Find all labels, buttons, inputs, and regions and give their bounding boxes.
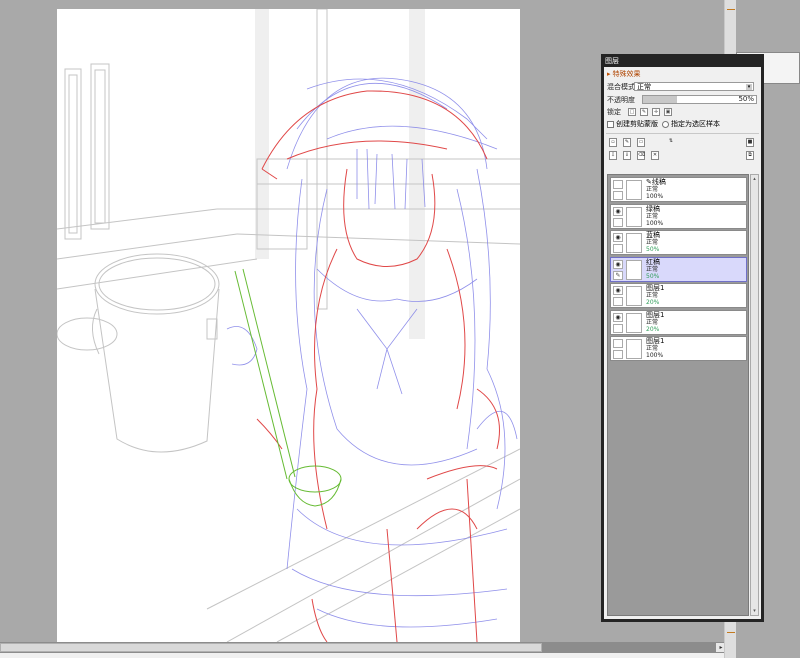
edit-pencil-icon[interactable]: [613, 217, 623, 227]
opacity-value: 50%: [738, 95, 754, 103]
eye-icon[interactable]: [613, 180, 623, 189]
edit-pencil-icon[interactable]: [613, 191, 623, 200]
layer-opacity: 100%: [646, 219, 664, 227]
opacity-slider[interactable]: 50%: [642, 95, 757, 104]
scroll-down-arrow-icon[interactable]: ▾: [751, 607, 758, 615]
eye-icon[interactable]: ◉: [613, 286, 623, 295]
layer-mode: 正常: [646, 318, 659, 326]
dock-marker: [727, 9, 735, 10]
blend-mode-value: 正常: [637, 83, 651, 91]
layer-mode: 正常: [646, 212, 659, 220]
effects-toggle[interactable]: ▸ 特殊效果: [607, 69, 641, 79]
merge-down-icon[interactable]: ⇩: [609, 151, 617, 160]
clear-layer-icon[interactable]: ⌫: [637, 151, 645, 160]
layer-thumbnail: [626, 339, 642, 359]
status-strip: [0, 653, 800, 658]
layer-options: 创建剪贴蒙版 指定为选区样本: [607, 120, 720, 129]
sample-source-label: 指定为选区样本: [671, 120, 720, 128]
layer-thumbnail: [626, 259, 642, 280]
layer-thumbnail: [626, 312, 642, 333]
edit-pencil-icon[interactable]: [613, 350, 623, 359]
eye-icon[interactable]: ◉: [613, 259, 623, 269]
layer-row[interactable]: ◉ 图层1 正常 20%: [610, 309, 747, 335]
layer-panel-title[interactable]: 图层: [603, 56, 762, 66]
layer-name: 绿稿: [646, 204, 660, 213]
layer-thumbnail: [626, 286, 642, 306]
transfer-icon[interactable]: ⇅: [667, 138, 675, 147]
edit-pencil-icon[interactable]: [613, 244, 623, 253]
layer-properties-icon[interactable]: ⧉: [746, 151, 754, 160]
scroll-up-arrow-icon[interactable]: ▴: [751, 175, 758, 183]
layer-name: ✎线稿: [646, 178, 666, 186]
delete-layer-icon[interactable]: ✕: [651, 151, 659, 160]
layer-mask-icon[interactable]: ■: [746, 138, 754, 147]
edit-pencil-icon[interactable]: ✎: [613, 270, 623, 280]
layer-panel-body: ▸ 特殊效果 混合模式 正常 ▾ 不透明度 50% 锁定 □ ✎ ✛ ▣ 创建剪贴蒙版 指…: [604, 67, 761, 619]
eye-icon[interactable]: ◉: [613, 206, 623, 216]
layer-name: 红稿: [646, 257, 660, 266]
lock-transparency-icon[interactable]: □: [628, 108, 636, 116]
lock-paint-icon[interactable]: ✎: [640, 108, 648, 116]
blend-mode-label: 混合模式: [607, 83, 635, 91]
eye-icon[interactable]: ◉: [613, 312, 623, 322]
layer-thumbnail: [626, 180, 642, 200]
eye-icon[interactable]: ◉: [613, 233, 623, 242]
layer-opacity: 100%: [646, 352, 664, 359]
eye-icon[interactable]: [613, 339, 623, 348]
layer-name: 图层1: [646, 310, 665, 319]
lock-move-icon[interactable]: ✛: [652, 108, 660, 116]
dock-marker: [727, 632, 735, 633]
lock-options: □ ✎ ✛ ▣: [628, 107, 676, 116]
drawing-canvas[interactable]: [57, 9, 520, 642]
new-layer-icon[interactable]: ▫: [609, 138, 617, 147]
effects-label: 特殊效果: [612, 70, 641, 78]
layer-row[interactable]: 图层1 正常 100%: [610, 336, 747, 361]
layer-thumbnail: [626, 206, 642, 227]
layer-row[interactable]: ◉ 蓝稿 正常 50%: [610, 230, 747, 255]
layer-list-scrollbar[interactable]: ▴ ▾: [750, 174, 759, 616]
layer-opacity: 50%: [646, 246, 660, 253]
new-folder-icon[interactable]: ▭: [637, 138, 645, 147]
layer-panel: 图层 ▸ 特殊效果 混合模式 正常 ▾ 不透明度 50% 锁定 □ ✎ ✛ ▣ 创建剪贴…: [601, 54, 764, 622]
layer-name: 蓝稿: [646, 231, 660, 239]
layer-name: 图层1: [646, 284, 665, 292]
layer-opacity: 50%: [646, 272, 660, 280]
layer-row[interactable]: ◉ 绿稿 正常 100%: [610, 203, 747, 229]
new-vector-layer-icon[interactable]: ✎: [623, 138, 631, 147]
layer-mode: 正常: [646, 265, 659, 273]
layer-row[interactable]: ◉ 图层1 正常 20%: [610, 283, 747, 308]
layer-row[interactable]: ✎线稿 正常 100%: [610, 177, 747, 202]
layer-name: 图层1: [646, 337, 665, 345]
blend-mode-select[interactable]: 正常 ▾: [634, 82, 754, 91]
merge-visible-icon[interactable]: ⇓: [623, 151, 631, 160]
layer-opacity: 100%: [646, 193, 664, 200]
chevron-down-icon: ▾: [746, 84, 752, 90]
horizontal-scroll-thumb[interactable]: [0, 643, 542, 652]
expand-triangle-icon: ▸: [607, 70, 611, 78]
layer-list[interactable]: ✎线稿 正常 100% ◉ 绿稿 正常 100% ◉ 蓝稿 正常 50% ◉ ✎ 红稿 正常 50% ◉ 图层1 正…: [607, 174, 749, 616]
sketch-artwork: [57, 9, 520, 642]
layer-opacity: 20%: [646, 325, 660, 333]
clipping-label: 创建剪贴蒙版: [616, 120, 658, 128]
edit-pencil-icon[interactable]: [613, 297, 623, 306]
edit-pencil-icon[interactable]: [613, 323, 623, 333]
clipping-checkbox[interactable]: [607, 120, 614, 128]
sample-source-radio[interactable]: [662, 120, 669, 128]
horizontal-scrollbar[interactable]: ▸: [0, 642, 728, 653]
layer-row[interactable]: ◉ ✎ 红稿 正常 50%: [610, 256, 747, 282]
opacity-fill: [643, 96, 677, 103]
lock-label: 锁定: [607, 108, 621, 116]
lock-all-icon[interactable]: ▣: [664, 108, 672, 116]
divider: [606, 133, 759, 134]
layer-thumbnail: [626, 233, 642, 253]
layer-opacity: 20%: [646, 299, 660, 306]
opacity-label: 不透明度: [607, 96, 635, 104]
